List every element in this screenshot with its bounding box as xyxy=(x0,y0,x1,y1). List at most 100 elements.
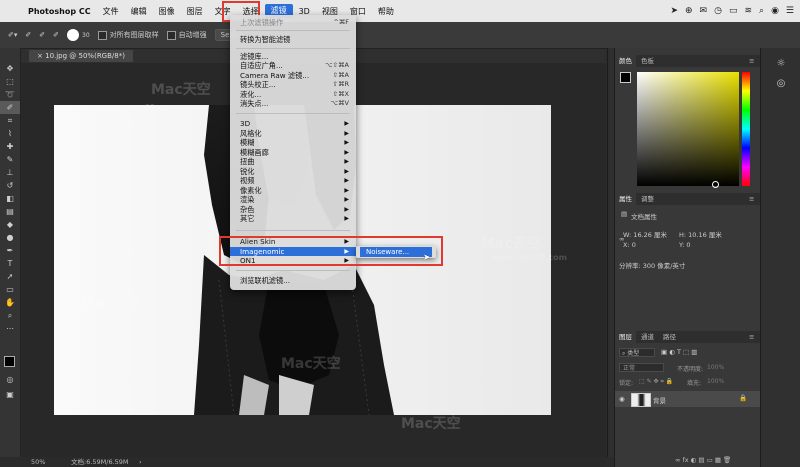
tab-adjustments[interactable]: 调整 xyxy=(637,193,658,205)
menu-file[interactable]: 文件 xyxy=(97,6,125,17)
color-picker-handle[interactable] xyxy=(712,181,719,188)
more-tools-icon[interactable]: ⋯ xyxy=(0,322,20,335)
panel-menu-icon[interactable]: ≡ xyxy=(745,55,758,67)
quick-select-new-icon[interactable]: ✐ xyxy=(25,31,31,39)
crop-tool-icon[interactable]: ⌗ xyxy=(0,114,20,127)
tab-properties[interactable]: 属性 xyxy=(615,193,636,205)
hue-slider[interactable] xyxy=(742,72,750,186)
menu-help[interactable]: 帮助 xyxy=(372,6,400,17)
opacity-value[interactable]: 100% xyxy=(707,364,724,371)
menu-item-other[interactable]: 其它 ▶ xyxy=(230,214,356,223)
search-icon[interactable]: ⌕ xyxy=(759,6,764,16)
quick-select-add-icon[interactable]: ✐ xyxy=(39,31,45,39)
width-value[interactable]: W: 16.26 厘米 xyxy=(623,229,667,239)
brush-tool-icon[interactable]: ✎ xyxy=(0,153,20,166)
height-value[interactable]: H: 10.16 厘米 xyxy=(679,229,722,239)
quick-selection-tool-icon[interactable]: ✐ xyxy=(0,101,20,114)
auto-enhance-option[interactable]: 自动增强 xyxy=(166,30,207,40)
menu-item-sharpen[interactable]: 锐化 ▶ xyxy=(230,167,356,176)
quick-select-subtract-icon[interactable]: ✐ xyxy=(53,31,59,39)
tool-preset-icon[interactable]: ✐▾ xyxy=(8,31,17,39)
eraser-tool-icon[interactable]: ◧ xyxy=(0,192,20,205)
brush-size-picker[interactable]: 30 xyxy=(67,29,90,41)
type-tool-icon[interactable]: T xyxy=(0,257,20,270)
zoom-tool-icon[interactable]: ⌕ xyxy=(0,309,20,322)
tab-channels[interactable]: 通道 xyxy=(637,331,658,343)
visibility-eye-icon[interactable]: ◉ xyxy=(619,395,625,403)
sample-all-layers-checkbox[interactable] xyxy=(97,30,107,40)
color-field[interactable] xyxy=(637,72,739,186)
screen-mode-icon[interactable]: ▣ xyxy=(0,388,20,401)
clone-stamp-tool-icon[interactable]: ⊥ xyxy=(0,166,20,179)
pen-tool-icon[interactable]: ✒ xyxy=(0,244,20,257)
menu-item-adaptive-wide-angle[interactable]: 自适应广角... ⌥⇧⌘A xyxy=(230,61,356,70)
menu-item-noise[interactable]: 杂色 ▶ xyxy=(230,205,356,214)
tab-color[interactable]: 颜色 xyxy=(615,55,636,67)
menu-item-pixelate[interactable]: 像素化 ▶ xyxy=(230,186,356,195)
hand-tool-icon[interactable]: ✋ xyxy=(0,296,20,309)
menu-item-browse-online-filters[interactable]: 浏览联机滤镜... xyxy=(230,276,356,285)
tab-swatches[interactable]: 色板 xyxy=(637,55,658,67)
history-brush-tool-icon[interactable]: ↺ xyxy=(0,179,20,192)
quick-mask-icon[interactable]: ◎ xyxy=(0,373,20,386)
lock-icons[interactable]: ⬚ ✎ ✥ ⌗ 🔒 xyxy=(639,378,673,386)
move-tool-icon[interactable]: ✥ xyxy=(0,62,20,75)
layer-filter-icons[interactable]: ▣ ◐ T ⬚ ▥ xyxy=(661,348,697,356)
blend-mode-select[interactable]: 正常 xyxy=(619,363,664,372)
layer-row[interactable]: ◉ 背景 🔒 xyxy=(615,391,760,407)
notification-icon[interactable]: ☰ xyxy=(786,6,794,16)
marquee-tool-icon[interactable]: ⬚ xyxy=(0,75,20,88)
adjustments-icon[interactable]: ◎ xyxy=(761,74,800,94)
sample-all-layers-option[interactable]: 对所有图层取样 xyxy=(97,30,159,40)
menu-item-video[interactable]: 视频 ▶ xyxy=(230,176,356,185)
menu-item-lens-correction[interactable]: 镜头校正... ⇧⌘R xyxy=(230,80,356,89)
wifi-icon[interactable]: ≋ xyxy=(744,6,752,16)
menu-item-distort[interactable]: 扭曲 ▶ xyxy=(230,157,356,166)
learn-icon[interactable]: ☼ xyxy=(761,54,800,74)
x-value[interactable]: X: 0 xyxy=(623,241,636,249)
send-icon[interactable]: ➤ xyxy=(670,6,678,16)
panel-menu-icon[interactable]: ≡ xyxy=(745,193,758,205)
wechat-icon[interactable]: ✉ xyxy=(700,6,708,16)
menu-item-3d[interactable]: 3D ▶ xyxy=(230,119,356,128)
blur-tool-icon[interactable]: ◆ xyxy=(0,218,20,231)
plus-icon[interactable]: ⊕ xyxy=(685,6,693,16)
menu-app-name[interactable]: Photoshop CC xyxy=(22,7,97,16)
layer-filter-select[interactable]: ⌕ 类型 xyxy=(619,348,655,357)
menu-item-last-filter[interactable]: 上次滤镜操作 ^⌘F xyxy=(230,18,356,27)
fill-value[interactable]: 100% xyxy=(707,378,724,385)
menu-image[interactable]: 图像 xyxy=(153,6,181,17)
menu-item-camera-raw[interactable]: Camera Raw 滤镜... ⇧⌘A xyxy=(230,71,356,80)
path-selection-tool-icon[interactable]: ➚ xyxy=(0,270,20,283)
eyedropper-tool-icon[interactable]: ⌇ xyxy=(0,127,20,140)
y-value[interactable]: Y: 0 xyxy=(679,241,691,249)
menu-item-filter-gallery[interactable]: 滤镜库... xyxy=(230,52,356,61)
layer-actions-icons[interactable]: ∞ fx ◐ ▤ ▭ ▦ 🗑 xyxy=(675,456,731,464)
rectangle-tool-icon[interactable]: ▭ xyxy=(0,283,20,296)
display-icon[interactable]: ▭ xyxy=(729,6,738,16)
dodge-tool-icon[interactable]: ● xyxy=(0,231,20,244)
menu-item-convert-smart-filter[interactable]: 转换为智能滤镜 xyxy=(230,35,356,44)
tab-layers[interactable]: 图层 xyxy=(615,331,636,343)
close-icon[interactable]: × xyxy=(37,52,43,60)
fg-bg-swatch[interactable] xyxy=(620,72,631,83)
layer-name[interactable]: 背景 xyxy=(653,395,666,405)
document-info[interactable]: 文档:6.59M/6.59M xyxy=(71,457,129,467)
clock-icon[interactable]: ◷ xyxy=(714,6,722,16)
gradient-tool-icon[interactable]: ▤ xyxy=(0,205,20,218)
document-tab[interactable]: × 10.jpg @ 50%(RGB/8*) xyxy=(29,50,133,62)
panel-menu-icon[interactable]: ≡ xyxy=(745,331,758,343)
siri-icon[interactable]: ◉ xyxy=(771,6,779,16)
menu-item-blur[interactable]: 模糊 ▶ xyxy=(230,138,356,147)
zoom-level[interactable]: 50% xyxy=(31,457,45,467)
menu-item-vanishing-point[interactable]: 消失点... ⌥⌘V xyxy=(230,99,356,108)
menu-item-blur-gallery[interactable]: 模糊画廊 ▶ xyxy=(230,148,356,157)
lasso-tool-icon[interactable]: ➰ xyxy=(0,88,20,101)
chevron-right-icon[interactable]: › xyxy=(139,457,142,467)
menu-item-liquify[interactable]: 液化... ⇧⌘X xyxy=(230,90,356,99)
tab-paths[interactable]: 路径 xyxy=(659,331,680,343)
auto-enhance-checkbox[interactable] xyxy=(166,30,176,40)
menu-item-stylize[interactable]: 风格化 ▶ xyxy=(230,129,356,138)
menu-edit[interactable]: 编辑 xyxy=(125,6,153,17)
foreground-color-swatch[interactable] xyxy=(4,356,15,367)
